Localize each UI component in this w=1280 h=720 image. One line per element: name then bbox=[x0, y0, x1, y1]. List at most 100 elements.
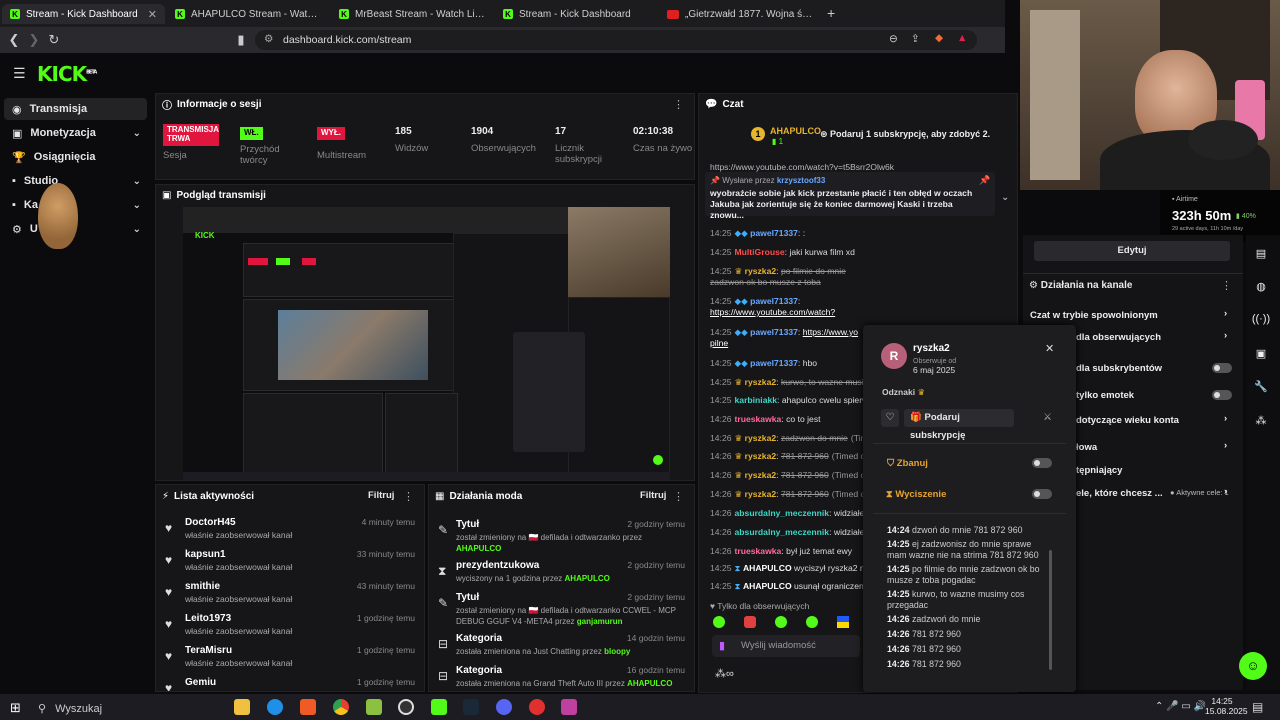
browser-tab[interactable]: K Stream - Kick Dashboard ✕ bbox=[2, 4, 165, 24]
back-icon[interactable]: ❮ bbox=[6, 32, 22, 48]
chat-message[interactable]: 14:26 trueskawka: co to jest bbox=[710, 414, 865, 425]
gift-sub-button[interactable]: 🎁 Podaruj subskrypcję bbox=[904, 409, 1014, 441]
brave-rewards-icon[interactable]: ▲ bbox=[957, 32, 967, 44]
emote-picker-icon[interactable]: ▮ bbox=[719, 639, 725, 652]
clipboard-icon[interactable]: ▤ bbox=[1251, 243, 1271, 263]
chat-username[interactable]: AHAPULCO bbox=[743, 581, 792, 591]
gift-sub-cta[interactable]: ⊛ Podaruj 1 subskrypcję, aby zdobyć 2. bbox=[820, 129, 990, 140]
mod-user[interactable]: bloopy bbox=[604, 647, 630, 656]
panel-icon[interactable]: ▣ bbox=[1251, 343, 1271, 363]
chat-message[interactable]: 14:25♛ ryszka2: kurwo, to wazne musimy bbox=[710, 377, 865, 388]
activity-user[interactable]: TeraMisru bbox=[185, 645, 232, 656]
kick-logo[interactable]: KICKBETA bbox=[37, 62, 97, 86]
emote-icon[interactable] bbox=[744, 616, 756, 628]
more-options-icon[interactable]: ⋮ bbox=[1221, 279, 1232, 292]
activity-user[interactable]: Leito1973 bbox=[185, 613, 231, 624]
support-chat-icon[interactable]: ☺ bbox=[1239, 652, 1267, 680]
chat-input[interactable]: ▮ Wyślij wiadomość bbox=[712, 635, 860, 657]
more-options-icon[interactable]: ⋮ bbox=[673, 98, 684, 111]
chat-message[interactable]: 14:25 ◆◆ pawel71337: hbo bbox=[710, 358, 865, 369]
kick-app-icon[interactable] bbox=[431, 699, 447, 715]
mute-toggle[interactable] bbox=[1032, 489, 1052, 499]
chat-username[interactable]: pawel71337 bbox=[750, 228, 798, 238]
activity-user[interactable]: smithie bbox=[185, 581, 220, 592]
chat-username[interactable]: ryszka2 bbox=[745, 433, 777, 443]
site-info-icon[interactable]: ⚙ bbox=[264, 33, 273, 45]
chat-username[interactable]: trueskawka bbox=[735, 414, 782, 424]
notification-icon[interactable]: ▤ bbox=[1252, 700, 1263, 714]
share-icon[interactable]: ⇪ bbox=[911, 33, 920, 45]
chat-message[interactable]: 14:26♛ ryszka2: 781 872 960(Timed out) bbox=[710, 470, 865, 481]
chat-message[interactable]: 14:25⧗ AHAPULCO wyciszył ryszka2 na 5 bbox=[710, 563, 865, 574]
chat-username[interactable]: pawel71337 bbox=[750, 327, 798, 337]
pinned-message[interactable]: 📌 Wysłane przez krzysztoof33 wyobraźcie … bbox=[705, 172, 1009, 220]
chrome-icon[interactable] bbox=[333, 699, 349, 715]
activity-user[interactable]: kapsun1 bbox=[185, 549, 226, 560]
hamburger-menu-icon[interactable]: ☰ bbox=[13, 65, 26, 82]
broadcast-signal-icon[interactable]: ((·)) bbox=[1251, 309, 1271, 329]
url-field[interactable]: ⚙ dashboard.kick.com/stream ⊖ ⇪ ◆ ▲ bbox=[255, 30, 977, 50]
mod-user[interactable]: AHAPULCO bbox=[565, 574, 610, 583]
steam-icon[interactable] bbox=[463, 699, 479, 715]
stream-preview-video[interactable]: KICK bbox=[183, 207, 670, 480]
users-icon[interactable]: ⁂ bbox=[1251, 410, 1271, 430]
chat-username[interactable]: ryszka2 bbox=[745, 489, 777, 499]
chat-username[interactable]: AHAPULCO bbox=[743, 563, 792, 573]
emote-icon[interactable] bbox=[775, 616, 787, 628]
chat-message[interactable]: 14:25 MultiGrouse: jaki kurwa film xd bbox=[710, 247, 865, 258]
chat-settings-icon[interactable]: ⁂∞ bbox=[715, 667, 734, 680]
windows-start-icon[interactable]: ⊞ bbox=[10, 700, 21, 716]
emote-icon[interactable] bbox=[806, 616, 818, 628]
chevron-down-icon[interactable]: ⌄ bbox=[1001, 192, 1009, 203]
chat-username[interactable]: ryszka2 bbox=[745, 470, 777, 480]
bookmark-icon[interactable]: ▮ bbox=[233, 32, 249, 48]
edit-button[interactable]: Edytuj bbox=[1034, 241, 1230, 261]
chat-username[interactable]: pawel71337 bbox=[750, 358, 798, 368]
forward-icon[interactable]: ❯ bbox=[26, 32, 42, 48]
browser-tab[interactable]: K AHAPULCO Stream - Watch Live on K bbox=[167, 4, 330, 24]
pinned-author[interactable]: krzysztoof33 bbox=[777, 176, 825, 185]
chat-message[interactable]: 14:25⧗ AHAPULCO usunął ograniczenie z bbox=[710, 581, 865, 592]
browser-tab[interactable]: K Stream - Kick Dashboard bbox=[495, 4, 658, 24]
emote-icon[interactable] bbox=[713, 616, 725, 628]
popup-username[interactable]: ryszka2 bbox=[913, 343, 950, 354]
sidebar-item-studio[interactable]: ▪ Studio ⌄ bbox=[4, 170, 147, 192]
mod-user[interactable]: AHAPULCO bbox=[456, 544, 501, 553]
sidebar-item-transmisja[interactable]: ◉ Transmisja bbox=[4, 98, 147, 120]
chat-message[interactable]: 14:26 trueskawka: był już temat ewy bbox=[710, 546, 865, 557]
sidebar-item-monetyzacja[interactable]: ▣ Monetyzacja ⌄ bbox=[4, 122, 147, 144]
chat-username[interactable]: pawel71337 bbox=[750, 296, 798, 306]
file-explorer-icon[interactable] bbox=[234, 699, 250, 715]
app-icon[interactable] bbox=[561, 699, 577, 715]
zoom-icon[interactable]: ⊖ bbox=[889, 33, 898, 45]
pin-icon[interactable]: 📌 bbox=[979, 175, 990, 186]
close-icon[interactable]: ✕ bbox=[148, 8, 157, 21]
chat-bubble-icon[interactable]: ◍ bbox=[1251, 276, 1271, 296]
gift-leader-user[interactable]: AHAPULCO bbox=[770, 126, 821, 136]
follow-heart-button[interactable]: ♡ bbox=[881, 409, 899, 427]
discord-icon[interactable] bbox=[496, 699, 512, 715]
clock[interactable]: 14:25 15.08.2025 bbox=[1205, 696, 1248, 716]
chat-username[interactable]: ryszka2 bbox=[745, 266, 777, 276]
wrench-icon[interactable]: 🔧 bbox=[1251, 376, 1271, 396]
chat-username[interactable]: absurdalny_meczennik bbox=[735, 527, 830, 537]
filter-button[interactable]: Filtruj bbox=[640, 490, 666, 501]
chat-message[interactable]: 14:25 ◆◆ pawel71337: https://www.youtube.… bbox=[710, 296, 865, 318]
ban-toggle[interactable] bbox=[1032, 458, 1052, 468]
reload-icon[interactable]: ↻ bbox=[46, 32, 62, 48]
filter-button[interactable]: Filtruj bbox=[368, 490, 394, 501]
chat-message[interactable]: 14:26absurdalny_meczennik: widziałeś w bbox=[710, 527, 865, 538]
chat-message[interactable]: 14:25 ◆◆ pawel71337: : bbox=[710, 228, 865, 239]
sidebar-item-osiagniecia[interactable]: 🏆 Osiągnięcia bbox=[4, 146, 147, 168]
browser-tab[interactable]: „Gietrzwałd 1877. Wojna światów” - bbox=[659, 4, 822, 24]
mod-user[interactable]: ganjamurun bbox=[577, 617, 623, 626]
activity-user[interactable]: Gemiu bbox=[185, 677, 216, 688]
chat-message[interactable]: 14:25 karbiniakk: ahapulco cwelu spierwa bbox=[710, 395, 865, 406]
taskbar-search[interactable]: ⚲ Wyszukaj bbox=[38, 702, 102, 715]
tray-icons[interactable]: ⌃ 🎤 ▭ 🔊 bbox=[1155, 701, 1206, 712]
edge-icon[interactable] bbox=[267, 699, 283, 715]
emote-only-toggle[interactable] bbox=[1212, 390, 1232, 400]
more-options-icon[interactable]: ⋮ bbox=[403, 490, 414, 503]
subscribers-toggle[interactable] bbox=[1212, 363, 1232, 373]
opera-icon[interactable] bbox=[529, 699, 545, 715]
